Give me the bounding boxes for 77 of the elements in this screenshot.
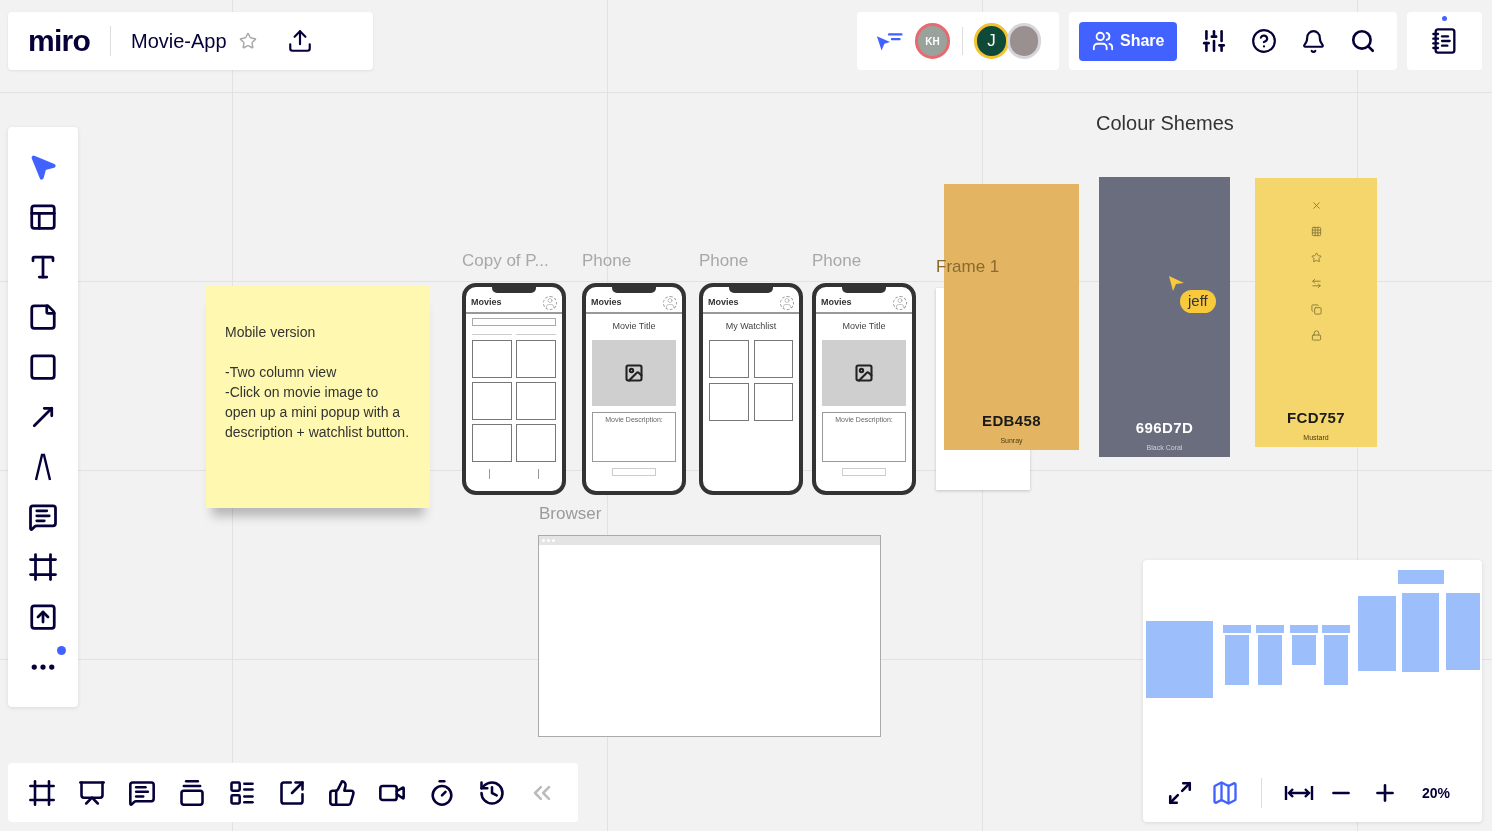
image-placeholder xyxy=(753,339,793,378)
fullscreen-icon[interactable] xyxy=(1167,780,1193,806)
profile-icon xyxy=(893,296,907,310)
movie-title: Movie Title xyxy=(842,320,886,333)
avatar-initials: KH xyxy=(925,34,940,49)
image-placeholder xyxy=(709,382,749,421)
image-placeholder xyxy=(472,340,512,378)
image-placeholder xyxy=(709,339,749,378)
avatar[interactable]: J xyxy=(974,23,1009,59)
frame-label: Browser xyxy=(538,505,603,525)
double-arrow-icon xyxy=(1310,278,1322,289)
movie-title: Movie Title xyxy=(612,320,656,333)
profile-icon xyxy=(780,296,794,310)
board-title[interactable]: Movie-App xyxy=(131,26,227,56)
hex-code: FCD757 xyxy=(1286,408,1346,428)
hex-code: EDB458 xyxy=(982,411,1041,431)
image-icon xyxy=(624,362,644,383)
image-placeholder xyxy=(516,382,556,420)
timer-icon[interactable] xyxy=(428,778,456,807)
profile-icon xyxy=(663,296,677,310)
settings-sliders-icon[interactable] xyxy=(1201,28,1228,54)
note-text: -Two column view xyxy=(225,363,338,382)
app-header-title: Movies xyxy=(471,296,502,310)
frame-icon[interactable] xyxy=(28,778,56,807)
avatar-photo[interactable] xyxy=(1006,23,1041,59)
thumbs-up-icon[interactable] xyxy=(328,778,356,807)
upload-icon[interactable] xyxy=(28,602,58,632)
cursor-icon xyxy=(1168,275,1186,293)
image-placeholder xyxy=(472,382,512,420)
cards-icon[interactable] xyxy=(178,778,206,807)
close-icon xyxy=(1310,200,1322,211)
image-placeholder xyxy=(753,382,793,421)
layout-icon[interactable] xyxy=(28,202,58,232)
hex-code: 696D7D xyxy=(1135,418,1194,438)
frame-icon[interactable] xyxy=(28,552,58,582)
profile-icon xyxy=(543,296,557,310)
grid-icon xyxy=(1310,226,1322,237)
comment-icon[interactable] xyxy=(28,502,58,532)
star-icon xyxy=(1310,252,1322,263)
app-header-title: Movies xyxy=(591,296,622,310)
people-icon xyxy=(1092,30,1114,52)
image-icon xyxy=(854,362,874,383)
frame-label: Phone xyxy=(582,252,633,272)
cursor-name-tag: jeff xyxy=(1180,290,1216,313)
frame-label: Copy of P... xyxy=(462,252,550,272)
logo[interactable]: miro xyxy=(28,26,90,56)
avatar-initials: J xyxy=(987,30,996,53)
palette-heading: Colour Shemes xyxy=(1096,111,1234,136)
note-text: -Click on movie image to open up a mini popup with a description + watchlist button. xyxy=(225,383,411,442)
note-title: Mobile version xyxy=(225,323,317,342)
share-button[interactable]: Share xyxy=(1079,21,1178,61)
list-icon[interactable] xyxy=(228,778,256,807)
lock-icon xyxy=(1310,330,1322,341)
frame-label: Phone xyxy=(812,252,863,272)
help-icon[interactable] xyxy=(1251,28,1278,54)
image-placeholder xyxy=(516,424,556,462)
favorite-star-icon[interactable] xyxy=(238,32,257,50)
image-placeholder xyxy=(516,340,556,378)
external-link-icon[interactable] xyxy=(278,778,306,807)
zoom-level[interactable]: 20% xyxy=(1422,782,1451,804)
square-icon[interactable] xyxy=(28,352,58,382)
export-icon[interactable] xyxy=(286,28,313,54)
frame-label: Phone xyxy=(699,252,750,272)
history-icon[interactable] xyxy=(478,778,506,807)
sticky-note-icon[interactable] xyxy=(28,302,58,332)
comment-icon[interactable] xyxy=(128,778,156,807)
image-placeholder xyxy=(472,424,512,462)
app-header-title: Movies xyxy=(821,296,852,310)
presentation-icon[interactable] xyxy=(78,778,106,807)
fit-width-icon[interactable] xyxy=(1284,783,1314,803)
search-icon[interactable] xyxy=(1350,28,1377,54)
notification-icon[interactable] xyxy=(1301,28,1327,54)
app-header-title: Movies xyxy=(708,296,739,310)
watchlist-title: My Watchlist xyxy=(725,320,777,333)
map-icon[interactable] xyxy=(1211,779,1239,807)
copy-icon xyxy=(1310,304,1322,315)
notes-icon[interactable] xyxy=(1430,27,1459,55)
